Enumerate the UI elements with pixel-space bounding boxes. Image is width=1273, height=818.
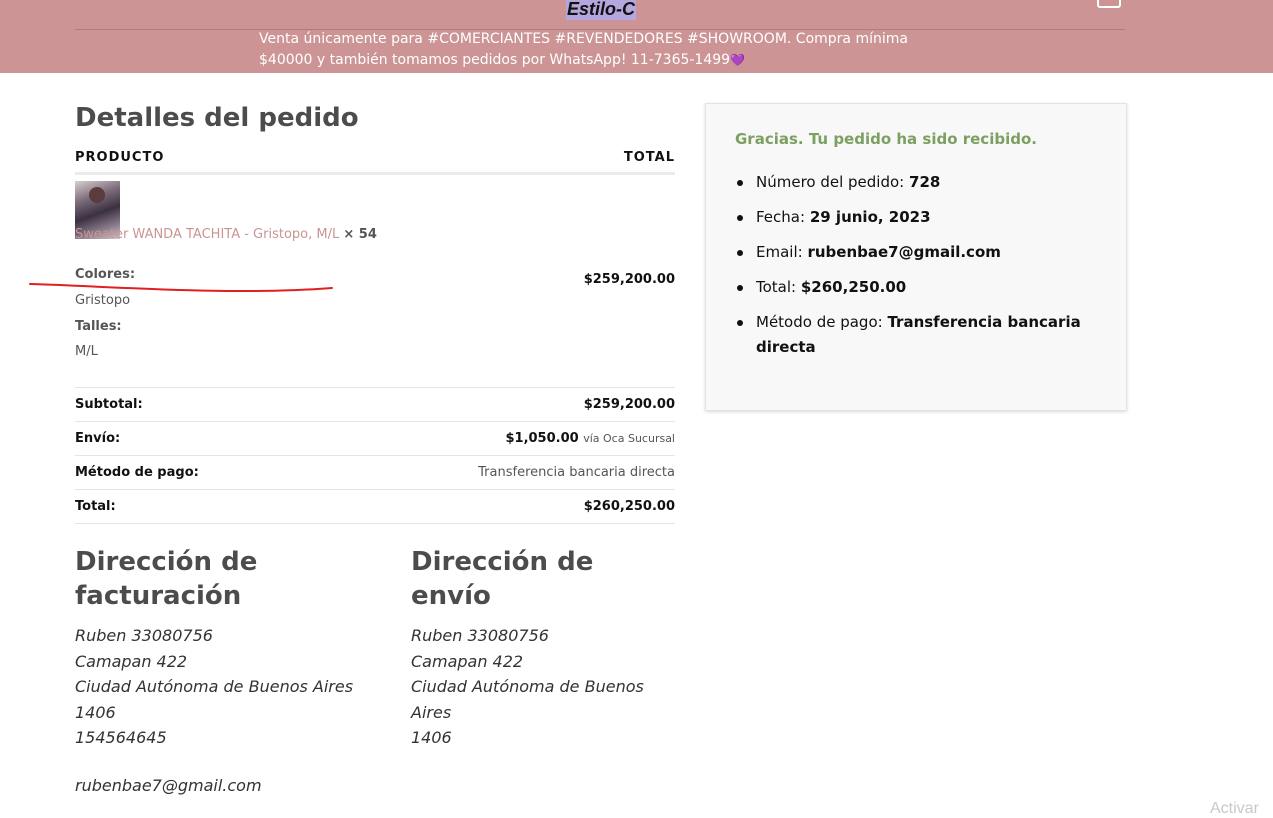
product-name[interactable]: Sweater WANDA TACHITA - Gristopo, M/L	[75, 227, 339, 242]
shipping-address: Dirección de envío Ruben 33080756 Camapa…	[411, 545, 671, 751]
site-header: Estilo-C Venta únicamente para #COMERCIA…	[0, 0, 1273, 73]
announcement-bar: Venta únicamente para #COMERCIANTES #REV…	[259, 29, 959, 71]
order-number-label: Número del pedido:	[756, 173, 905, 191]
shipping-value-wrap: $1,050.00 vía Oca Sucursal	[505, 422, 675, 455]
shipping-line: Ruben 33080756	[411, 626, 549, 645]
col-total: TOTAL	[623, 150, 675, 165]
summary-shipping-row: Envío: $1,050.00 vía Oca Sucursal	[75, 422, 675, 456]
cart-icon[interactable]	[1097, 0, 1121, 8]
total-label: Total:	[75, 499, 116, 514]
order-details: Detalles del pedido PRODUCTO TOTAL Sweat…	[29, 100, 675, 524]
red-underline-annotation	[29, 283, 333, 293]
col-product: PRODUCTO	[75, 150, 165, 165]
shipping-line: 1406	[411, 728, 452, 747]
billing-title: Dirección de facturación	[75, 547, 258, 611]
billing-email: rubenbae7@gmail.com	[75, 775, 262, 795]
order-email-label: Email:	[756, 243, 803, 261]
thank-you-message: Gracias. Tu pedido ha sido recibido.	[735, 130, 1037, 148]
shipping-title: Dirección de envío	[411, 547, 594, 611]
order-received-card: Gracias. Tu pedido ha sido recibido. Núm…	[705, 103, 1127, 411]
order-number-value: 728	[909, 173, 941, 191]
payment-label: Método de pago:	[75, 465, 199, 480]
attr-talles-value: M/L	[75, 344, 98, 359]
billing-line: Camapan 422	[75, 651, 188, 671]
subtotal-value: $259,200.00	[583, 397, 675, 412]
billing-address: Dirección de facturación Ruben 33080756 …	[75, 545, 375, 798]
windows-activation-watermark: Activar	[1210, 800, 1259, 817]
order-email-value: rubenbae7@gmail.com	[807, 243, 1001, 261]
product-qty: × 54	[343, 227, 377, 242]
addresses: Dirección de facturación Ruben 33080756 …	[75, 545, 675, 805]
order-total-item: Total: $260,250.00	[737, 275, 1106, 300]
payment-value: Transferencia bancaria directa	[478, 465, 675, 480]
billing-line: 1406	[75, 702, 116, 722]
site-logo[interactable]: Estilo-C	[566, 0, 637, 20]
order-total-value: $260,250.00	[800, 278, 907, 296]
billing-line: Ruben 33080756	[75, 626, 213, 645]
item-line-total: $259,200.00	[583, 272, 675, 287]
product-name-link[interactable]: Sweater WANDA TACHITA - Gristopo, M/L × …	[75, 227, 377, 242]
purple-heart-icon: 💜	[730, 53, 746, 67]
total-value: $260,250.00	[583, 499, 675, 514]
announcement-text: Venta únicamente para #COMERCIANTES #REV…	[259, 31, 908, 68]
subtotal-label: Subtotal:	[75, 397, 143, 412]
summary-payment-row: Método de pago: Transferencia bancaria d…	[75, 456, 675, 490]
order-total-label: Total:	[756, 278, 797, 296]
shipping-value: $1,050.00	[505, 431, 579, 446]
order-payment-label: Método de pago:	[756, 313, 883, 331]
billing-line: Ciudad Autónoma de Buenos Aires	[75, 677, 354, 696]
attr-talles-label: Talles:	[75, 319, 122, 334]
billing-phone: 154564645	[75, 728, 167, 747]
order-overview: Número del pedido: 728 Fecha: 29 junio, …	[737, 170, 1106, 370]
shipping-line: Ciudad Autónoma de Buenos Aires	[411, 677, 644, 722]
order-payment-item: Método de pago: Transferencia bancaria d…	[737, 310, 1106, 360]
shipping-line: Camapan 422	[411, 651, 524, 671]
shipping-method-note: vía Oca Sucursal	[583, 432, 675, 445]
order-email-item: Email: rubenbae7@gmail.com	[737, 240, 1106, 265]
summary-total-row: Total: $260,250.00	[75, 490, 675, 524]
summary-subtotal-row: Subtotal: $259,200.00	[75, 388, 675, 422]
order-date-label: Fecha:	[756, 208, 806, 226]
order-table-header: PRODUCTO TOTAL	[75, 150, 675, 175]
shipping-label: Envío:	[75, 431, 121, 446]
order-number-item: Número del pedido: 728	[737, 170, 1106, 195]
order-item-row: Sweater WANDA TACHITA - Gristopo, M/L × …	[29, 175, 675, 388]
order-date-value: 29 junio, 2023	[809, 208, 931, 226]
order-details-title: Detalles del pedido	[75, 103, 359, 133]
order-date-item: Fecha: 29 junio, 2023	[737, 205, 1106, 230]
